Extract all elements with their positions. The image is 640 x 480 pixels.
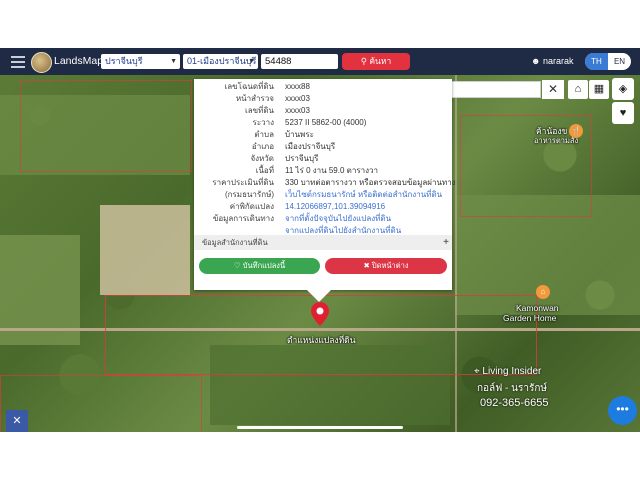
info-row: จังหวัด ปราจีนบุรี xyxy=(250,154,319,163)
info-row: เลขที่ดิน xxxx03 xyxy=(244,106,310,115)
parcel-boundary xyxy=(0,375,202,432)
district-select[interactable]: 01-เมืองปราจีนบุรี ▼ xyxy=(183,54,258,69)
more-options-icon[interactable]: ••• xyxy=(608,396,637,425)
layers-icon[interactable]: ◈ xyxy=(612,78,634,100)
treasury-link[interactable]: เว็บไซต์กรมธนารักษ์ หรือติดต่อสำนักงานที… xyxy=(285,189,442,200)
parcel-search-input[interactable]: 54488 xyxy=(261,54,338,69)
language-toggle[interactable]: TH EN xyxy=(585,53,631,70)
location-pin-icon[interactable] xyxy=(311,302,329,326)
info-row: (กรมธนารักษ์) เว็บไซต์กรมธนารักษ์ หรือติด… xyxy=(225,189,443,200)
top-navbar: LandsMaps ปราจีนบุรี ▼ 01-เมืองปราจีนบุร… xyxy=(0,48,640,75)
grid-icon[interactable]: ▦ xyxy=(589,80,609,99)
coordinates-link[interactable]: 14.12066897,101.39094916 xyxy=(285,201,385,212)
popup-pointer xyxy=(307,290,331,302)
close-icon[interactable]: ✕ xyxy=(542,80,564,99)
user-icon: ☻ xyxy=(531,56,541,66)
heart-icon[interactable]: ♥ xyxy=(612,102,634,124)
heart-outline-icon: ♡ xyxy=(233,261,241,270)
app-frame: LandsMaps ปราจีนบุรี ▼ 01-เมืองปราจีนบุร… xyxy=(0,48,640,432)
landsmaps-logo xyxy=(31,52,52,73)
watermark-brand: ⌖ Living Insider xyxy=(474,366,542,377)
info-row: ค่าพิกัดแปลง 14.12066897,101.39094916 xyxy=(229,201,386,212)
username-label: nararak xyxy=(543,56,574,66)
home-poi-icon[interactable]: ⌂ xyxy=(536,285,550,299)
province-select[interactable]: ปราจีนบุรี ▼ xyxy=(101,54,180,69)
close-window-button[interactable]: ✖ ปิดหน้าต่าง xyxy=(325,258,447,274)
tools-icon[interactable]: ✕ xyxy=(6,410,28,432)
hamburger-menu-icon[interactable] xyxy=(11,56,25,68)
watermark-name: กอล์ฟ - นรารักษ์ xyxy=(477,383,547,394)
save-parcel-button[interactable]: ♡ บันทึกแปลงนี้ xyxy=(199,258,320,274)
map-road xyxy=(455,75,457,432)
pin-label: ตำแหน่งแปลงที่ดิน xyxy=(287,335,356,345)
info-row: หน้าสำรวจ xxxx03 xyxy=(235,94,310,103)
info-row: ระวาง 5237 II 5862-00 (4000) xyxy=(252,118,367,127)
info-row: ข้อมูลการเดินทาง จากที่ตั้งปัจจุบันไปยังแ… xyxy=(212,213,392,224)
plus-icon: + xyxy=(443,237,449,248)
save-button-label: บันทึกแปลงนี้ xyxy=(242,261,286,270)
directions-to-parcel-link[interactable]: จากที่ตั้งปัจจุบันไปยังแปลงที่ดิน xyxy=(285,213,391,224)
home-icon[interactable]: ⌂ xyxy=(568,80,588,99)
district-select-value: 01-เมืองปราจีนบุรี xyxy=(187,56,257,66)
home-indicator xyxy=(237,426,403,429)
lang-th-option[interactable]: TH xyxy=(585,53,608,70)
pin-outline-icon: ⌖ xyxy=(474,366,480,377)
parcel-info-popup: เลขโฉนดที่ดิน xxxx88 หน้าสำรวจ xxxx03 เลขท… xyxy=(194,79,456,290)
search-button-label: ค้นหา xyxy=(369,56,392,66)
info-row: ตำบล บ้านพระ xyxy=(254,130,314,139)
chevron-down-icon: ▼ xyxy=(170,58,177,65)
close-icon: ✖ xyxy=(363,261,370,270)
province-select-value: ปราจีนบุรี xyxy=(105,56,143,66)
parcel-boundary xyxy=(20,80,192,172)
poi-home-sublabel: Garden Home xyxy=(503,313,557,323)
section-label: ข้อมูลสำนักงานที่ดิน xyxy=(202,238,268,247)
close-button-label: ปิดหน้าต่าง xyxy=(371,261,409,270)
search-icon: ⚲ xyxy=(360,56,367,66)
search-button[interactable]: ⚲ ค้นหา xyxy=(342,53,410,70)
land-office-section[interactable]: ข้อมูลสำนักงานที่ดิน + xyxy=(194,235,452,250)
lang-en-option[interactable]: EN xyxy=(608,53,631,70)
map-cleared-land xyxy=(100,205,190,295)
chevron-down-icon: ▼ xyxy=(248,58,255,65)
info-row: เนื้อที่ 11 ไร่ 0 งาน 59.0 ตารางวา xyxy=(255,166,378,175)
user-account[interactable]: ☻ nararak xyxy=(531,56,574,66)
info-row: อำเภอ เมืองปราจีนบุรี xyxy=(251,142,336,151)
restaurant-icon[interactable]: 🍴 xyxy=(569,124,583,138)
watermark-phone: 092-365-6655 xyxy=(480,397,549,409)
info-row: ราคาประเมินที่ดิน 330 บาทต่อตารางวา หรือต… xyxy=(212,178,456,187)
info-row: เลขโฉนดที่ดิน xxxx88 xyxy=(224,82,310,91)
poi-home-label: Kamonwan xyxy=(516,303,559,313)
